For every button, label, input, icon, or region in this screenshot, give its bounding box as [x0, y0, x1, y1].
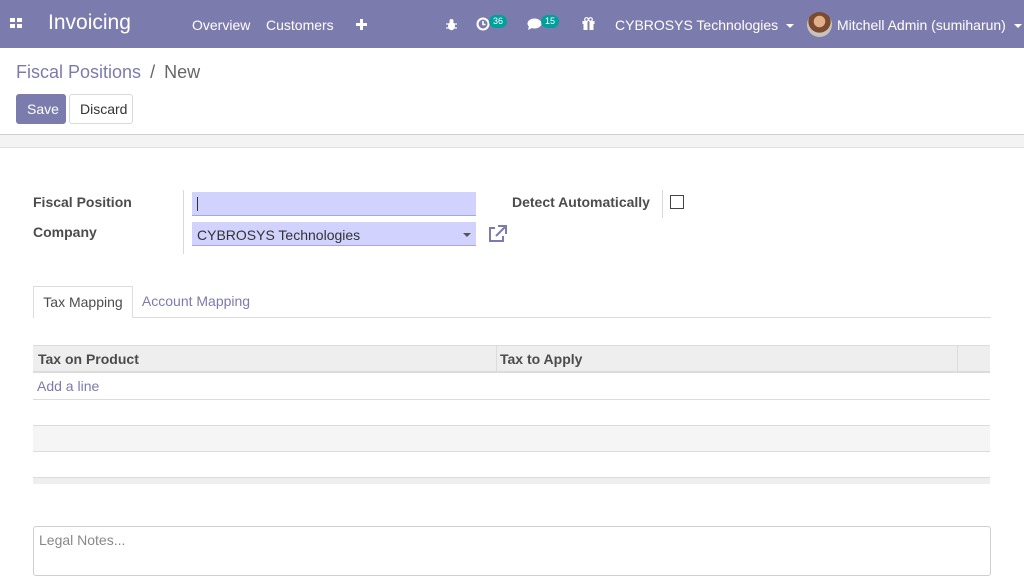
table-row: Add a line — [33, 374, 990, 400]
breadcrumb-fiscal-positions[interactable]: Fiscal Positions — [16, 62, 141, 82]
caret-down-icon — [786, 24, 795, 29]
discard-button[interactable]: Discard — [69, 94, 133, 124]
detect-automatically-label: Detect Automatically — [512, 194, 650, 210]
bug-icon[interactable] — [445, 18, 458, 31]
menu-customers[interactable]: Customers — [266, 17, 334, 33]
user-menu[interactable]: Mitchell Admin (sumiharun) — [837, 17, 1022, 33]
company-label: Company — [33, 224, 97, 240]
external-link-icon[interactable] — [487, 225, 507, 243]
legal-notes-field[interactable] — [33, 526, 991, 576]
table-row — [33, 452, 990, 478]
caret-down-icon — [1013, 24, 1022, 29]
sheet-top-shade — [0, 135, 1024, 148]
add-a-line-link[interactable]: Add a line — [37, 378, 99, 394]
field-divider — [662, 190, 663, 218]
gift-icon[interactable] — [582, 17, 595, 30]
column-divider — [957, 346, 958, 372]
top-navbar: Invoicing Overview Customers 36 15 CYBRO… — [0, 0, 1024, 48]
text-cursor — [197, 197, 198, 211]
company-select-value: CYBROSYS Technologies — [197, 227, 361, 243]
activity-count-badge: 36 — [489, 15, 508, 28]
clock-icon[interactable] — [476, 17, 490, 31]
active-tab-gap — [34, 316, 132, 319]
fiscal-position-input[interactable] — [192, 192, 476, 216]
messages-count-badge: 15 — [541, 15, 560, 28]
breadcrumb-separator: / — [150, 62, 156, 82]
field-divider — [183, 190, 184, 254]
table-header: Tax on Product Tax to Apply — [33, 345, 990, 373]
fiscal-position-label: Fiscal Position — [33, 194, 132, 210]
table-footer — [33, 477, 990, 484]
avatar[interactable] — [807, 12, 832, 37]
tabs-underline — [33, 317, 991, 318]
column-divider — [496, 346, 497, 372]
app-title[interactable]: Invoicing — [48, 11, 131, 35]
tab-account-mapping[interactable]: Account Mapping — [135, 286, 257, 318]
company-switcher[interactable]: CYBROSYS Technologies — [615, 17, 795, 33]
save-button[interactable]: Save — [16, 94, 66, 124]
company-name: CYBROSYS Technologies — [615, 17, 779, 33]
breadcrumb-current: New — [164, 62, 201, 82]
table-row — [33, 400, 990, 426]
apps-icon[interactable] — [10, 18, 23, 30]
tab-tax-mapping[interactable]: Tax Mapping — [33, 286, 133, 318]
detect-automatically-checkbox[interactable] — [670, 195, 684, 209]
user-name: Mitchell Admin (sumiharun) — [837, 17, 1006, 33]
breadcrumb: Fiscal Positions / New — [16, 62, 200, 83]
column-tax-on-product[interactable]: Tax on Product — [38, 351, 139, 367]
table-row — [33, 426, 990, 452]
plus-icon[interactable] — [356, 19, 367, 30]
menu-overview[interactable]: Overview — [192, 17, 250, 33]
column-tax-to-apply[interactable]: Tax to Apply — [500, 351, 582, 367]
chevron-down-icon — [463, 233, 471, 237]
